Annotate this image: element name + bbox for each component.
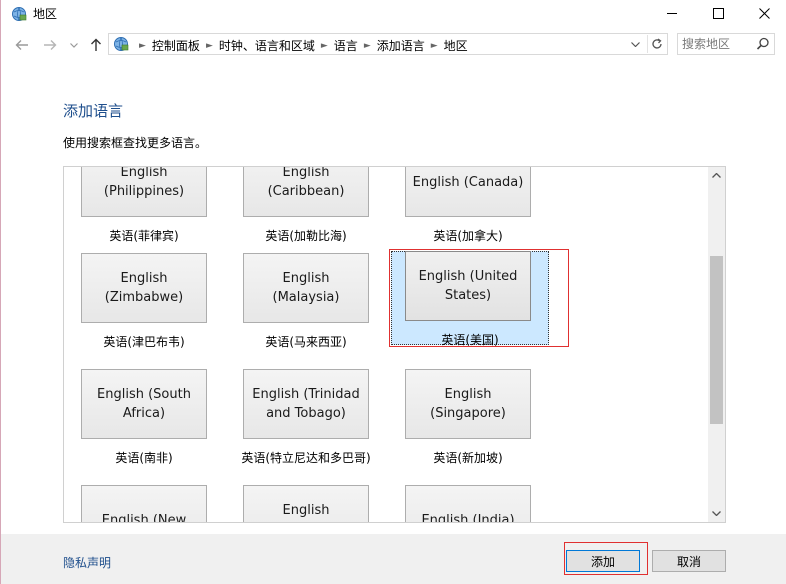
address-bar[interactable]: ► 控制面板 ► 时钟、语言和区域 ► 语言 ► 添加语言 ► 地区 [108, 33, 668, 55]
maximize-button[interactable] [695, 0, 741, 27]
language-tile-label: English (Jamaica) [282, 503, 330, 518]
back-button[interactable] [13, 36, 31, 54]
breadcrumb-clock-language-region[interactable]: 时钟、语言和区域 [219, 37, 315, 54]
scroll-down-button[interactable] [708, 505, 725, 522]
search-box[interactable] [677, 33, 775, 55]
chevron-down-icon [712, 511, 721, 516]
vertical-scrollbar[interactable] [708, 167, 725, 522]
language-list[interactable]: English (Philippines) 英语(菲律宾) English (Car… [63, 166, 726, 523]
language-caption: 英语(津巴布韦) [103, 335, 185, 349]
language-tile[interactable]: English (Zimbabwe) [81, 253, 207, 323]
language-tile-label: English (South Africa) [97, 387, 191, 421]
arrow-right-icon [44, 40, 57, 50]
language-tile[interactable]: English (New [81, 485, 207, 523]
language-item[interactable]: English (Malaysia) 英语(马来西亚) [226, 253, 386, 353]
language-tile-label: English (Caribbean) [267, 166, 345, 199]
language-item[interactable]: English (India) [388, 485, 548, 523]
language-tile[interactable]: English (Philippines) [81, 166, 207, 217]
navigation-bar: ► 控制面板 ► 时钟、语言和区域 ► 语言 ► 添加语言 ► 地区 [1, 30, 786, 60]
recent-locations-dropdown[interactable] [65, 36, 83, 54]
breadcrumb-separator-icon[interactable]: ► [431, 41, 438, 51]
breadcrumb-separator-icon[interactable]: ► [139, 41, 146, 51]
language-item[interactable]: English (Zimbabwe) 英语(津巴布韦) [64, 253, 224, 353]
language-item[interactable]: English (Trinidad and Tobago) 英语(特立尼达和多巴哥… [226, 369, 386, 469]
language-tile-label: English (United States) [418, 269, 518, 303]
language-item[interactable]: English (South Africa) 英语(南非) [64, 369, 224, 469]
address-dropdown-button[interactable] [626, 37, 644, 51]
language-tile[interactable]: English (Trinidad and Tobago) [243, 369, 369, 439]
add-button[interactable]: 添加 [566, 550, 640, 572]
language-caption: 英语(加勒比海) [265, 229, 347, 243]
scroll-thumb[interactable] [710, 256, 723, 424]
language-tile[interactable]: English (Jamaica) [243, 485, 369, 522]
privacy-statement-link[interactable]: 隐私声明 [63, 554, 111, 571]
page-subtitle: 使用搜索框查找更多语言。 [63, 136, 208, 150]
breadcrumb-add-language[interactable]: 添加语言 [377, 37, 425, 54]
language-item[interactable]: English (Jamaica) [226, 485, 386, 522]
chevron-down-icon [70, 42, 78, 48]
language-tile[interactable]: English (Singapore) [405, 369, 531, 439]
language-tile[interactable]: English (Malaysia) [243, 253, 369, 323]
cancel-button[interactable]: 取消 [652, 550, 726, 572]
language-tile-label: English (Malaysia) [272, 271, 340, 305]
forward-button[interactable] [41, 36, 59, 54]
language-tile-label: English (Singapore) [430, 387, 506, 421]
breadcrumb-language[interactable]: 语言 [334, 37, 358, 54]
language-caption: 英语(马来西亚) [265, 335, 347, 349]
breadcrumb: ► 控制面板 ► 时钟、语言和区域 ► 语言 ► 添加语言 ► 地区 [133, 37, 468, 54]
minimize-button[interactable] [649, 0, 695, 27]
language-caption: 英语(南非) [115, 451, 173, 465]
language-caption: 英语(美国) [441, 333, 499, 347]
breadcrumb-separator-icon[interactable]: ► [364, 41, 371, 51]
control-panel-icon [113, 36, 129, 52]
arrow-up-icon [91, 38, 101, 51]
language-item[interactable]: English (Philippines) 英语(菲律宾) [64, 166, 224, 247]
breadcrumb-separator-icon[interactable]: ► [321, 41, 328, 51]
language-tile[interactable]: English (United States) [405, 251, 531, 321]
region-window: 地区 ► 控制面板 ► 时钟、语言和区域 ► 语言 ► 添加语言 ► 地区 搜索… [0, 0, 786, 584]
language-tile-label: English (Zimbabwe) [104, 271, 184, 305]
scroll-up-button[interactable] [708, 167, 725, 184]
search-icon[interactable] [756, 37, 770, 51]
language-tile-label: English (Philippines) [103, 166, 185, 199]
refresh-icon [652, 38, 662, 49]
up-button[interactable] [87, 36, 105, 54]
breadcrumb-region[interactable]: 地区 [444, 37, 468, 54]
language-tile[interactable]: English (India) [405, 485, 531, 523]
chevron-up-icon [712, 173, 721, 178]
language-caption: 英语(特立尼达和多巴哥) [241, 451, 371, 465]
refresh-button[interactable] [647, 35, 666, 53]
language-tile[interactable]: English (Caribbean) [243, 166, 369, 217]
language-item[interactable]: English (New [64, 485, 224, 523]
control-panel-globe-icon [11, 6, 27, 22]
chevron-down-icon [630, 41, 640, 47]
language-item[interactable]: English (Caribbean) 英语(加勒比海) [226, 166, 386, 247]
language-tile-label: English (India) [421, 512, 515, 523]
breadcrumb-separator-icon[interactable]: ► [206, 41, 213, 51]
arrow-left-icon [15, 40, 28, 50]
language-tile-label: English (Trinidad and Tobago) [252, 387, 360, 421]
breadcrumb-control-panel[interactable]: 控制面板 [152, 37, 200, 54]
language-tile-label: English (Canada) [412, 174, 524, 190]
language-caption: 英语(菲律宾) [109, 229, 179, 243]
language-tile[interactable]: English (South Africa) [81, 369, 207, 439]
language-caption: 英语(新加坡) [433, 451, 503, 465]
title-bar: 地区 [1, 0, 786, 27]
language-tile-label: English (New [101, 512, 187, 523]
language-item[interactable]: English (Singapore) 英语(新加坡) [388, 369, 548, 469]
language-caption: 英语(加拿大) [433, 229, 503, 243]
close-icon [758, 8, 770, 19]
language-item[interactable]: English (United States) 英语(美国) [391, 251, 549, 347]
close-button[interactable] [741, 0, 786, 27]
search-input[interactable] [678, 34, 762, 54]
footer-bar: 隐私声明 添加 取消 [1, 534, 786, 584]
page-title: 添加语言 [63, 102, 124, 120]
language-tile[interactable]: English (Canada) [405, 167, 531, 217]
language-item[interactable]: English (Canada) 英语(加拿大) [388, 167, 548, 247]
window-title: 地区 [33, 7, 58, 21]
